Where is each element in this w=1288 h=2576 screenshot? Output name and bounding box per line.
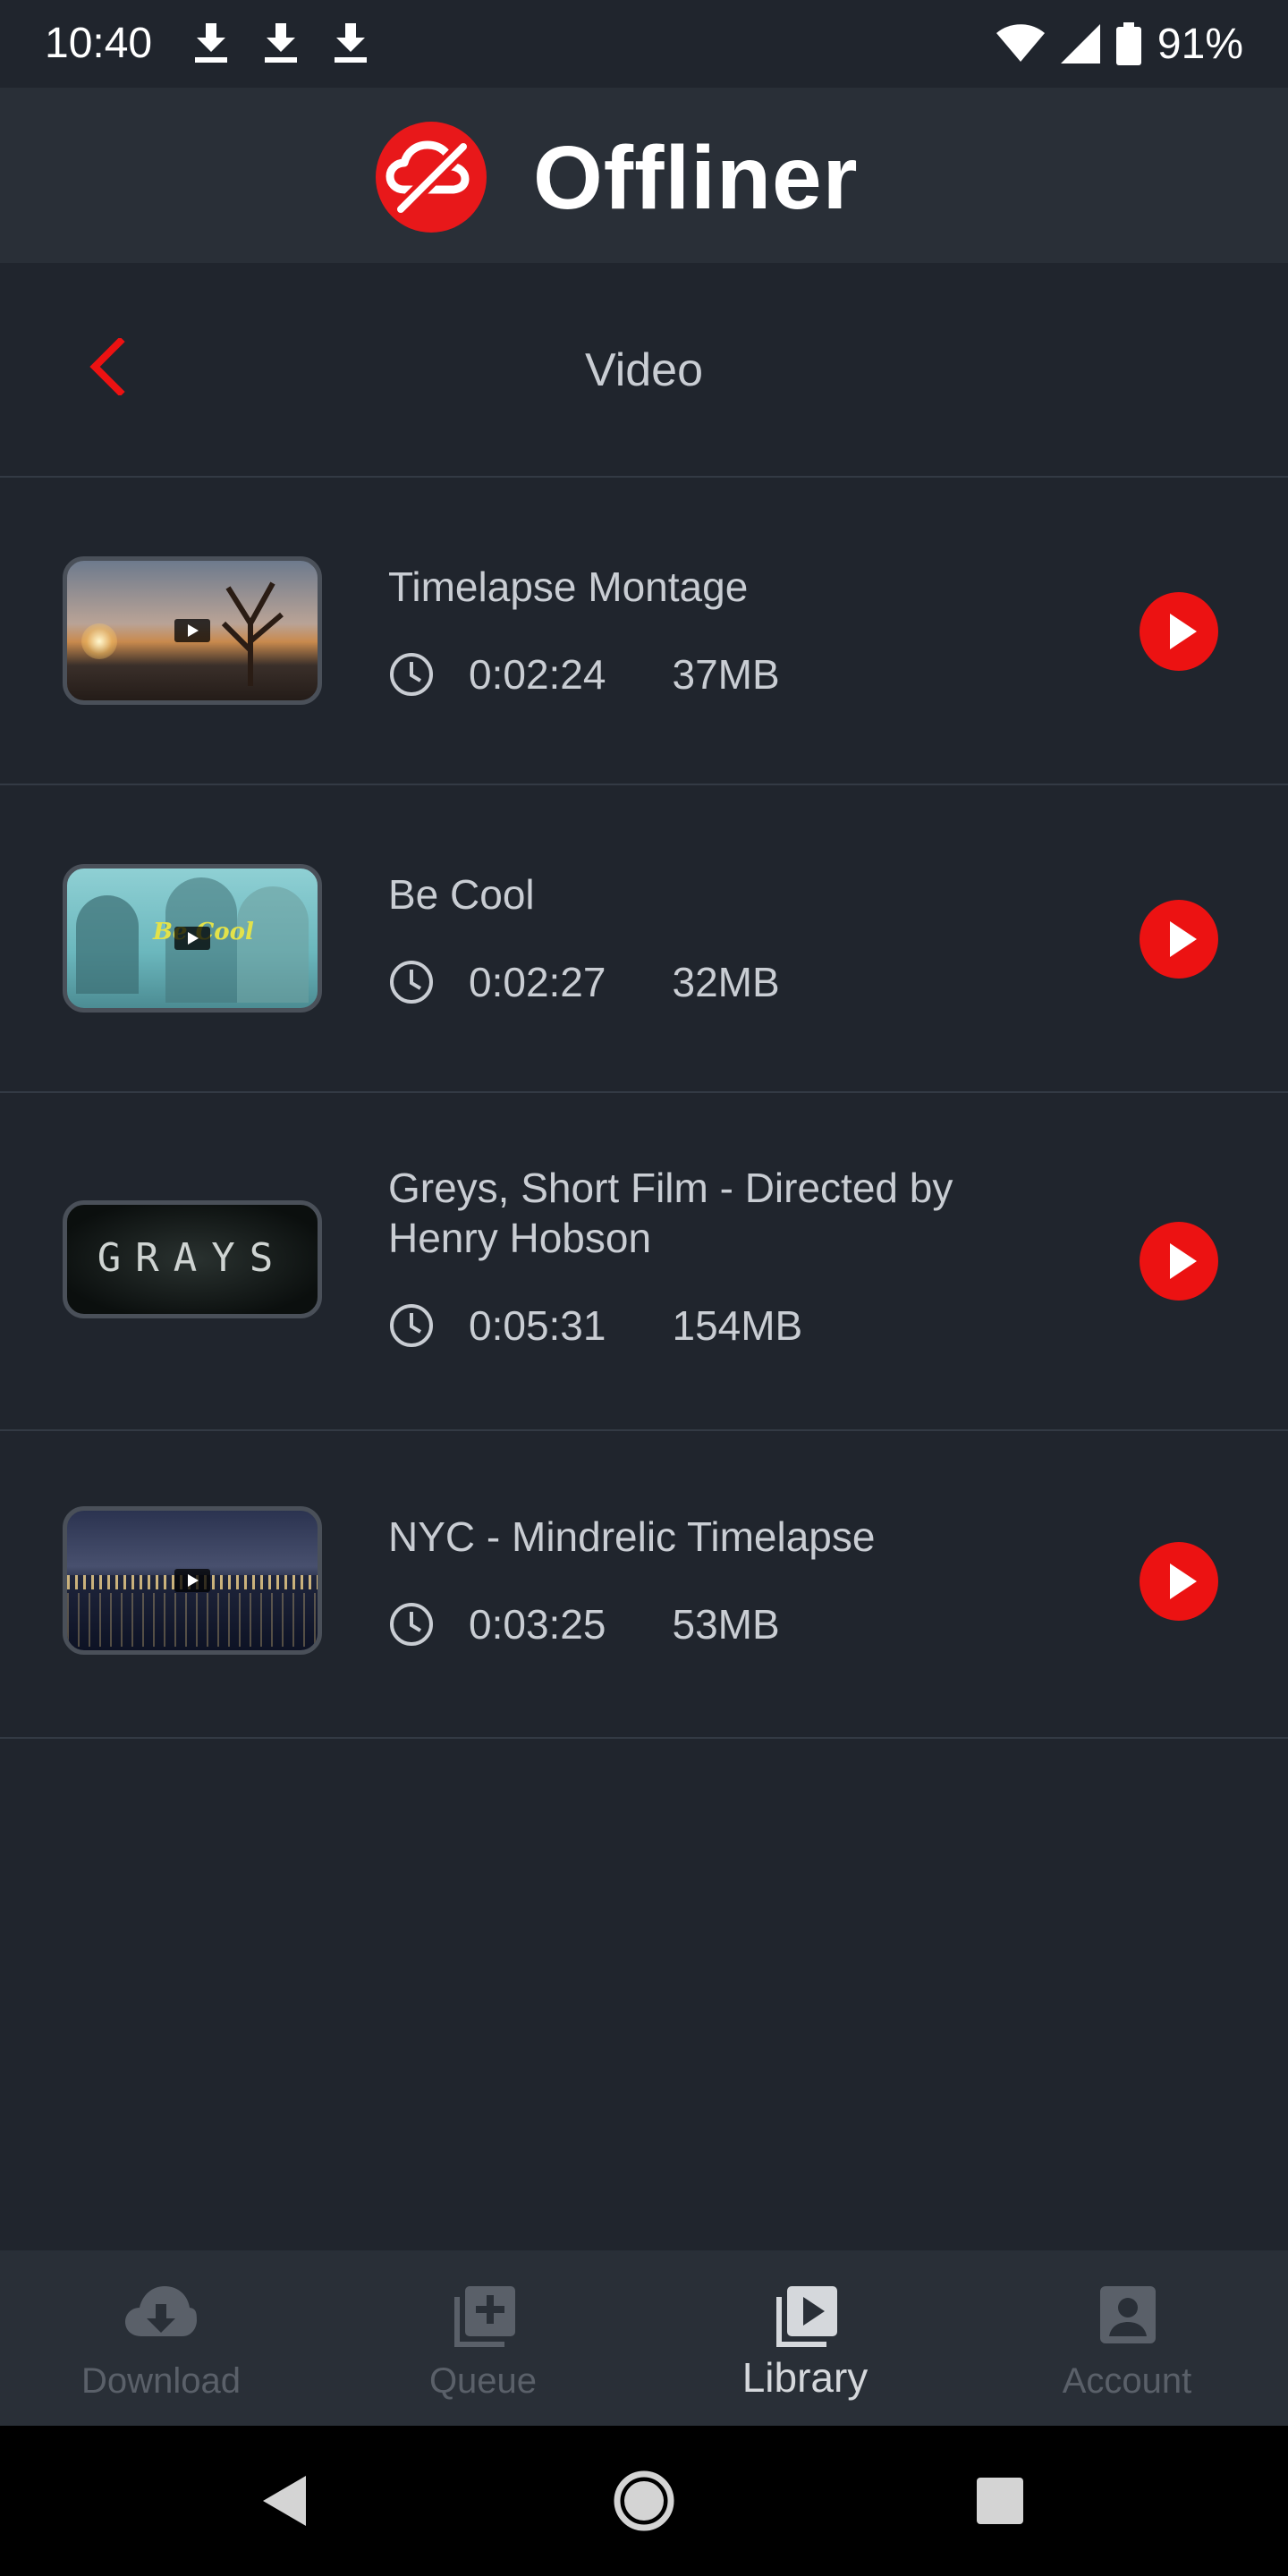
video-duration: 0:02:27	[469, 959, 606, 1005]
video-title: Be Cool	[388, 871, 535, 918]
video-title: NYC - Mindrelic Timelapse	[388, 1513, 876, 1560]
offliner-logo-icon	[376, 122, 487, 233]
download-icon	[195, 23, 227, 63]
system-nav-bar	[0, 2426, 1288, 2576]
video-size: 37MB	[672, 651, 780, 698]
video-size: 32MB	[672, 959, 780, 1005]
play-button[interactable]	[1140, 1542, 1218, 1621]
video-thumbnail[interactable]	[63, 556, 322, 705]
play-button[interactable]	[1140, 1222, 1218, 1301]
clock-icon	[390, 1603, 433, 1646]
video-meta: 0:02:24 37MB	[388, 649, 780, 699]
clock-icon	[390, 1304, 433, 1347]
video-thumbnail[interactable]: Be Cool	[63, 864, 322, 1013]
tree-graphic	[221, 581, 284, 686]
video-thumbnail[interactable]	[63, 1506, 322, 1655]
library-play-icon	[776, 2286, 837, 2347]
video-duration: 0:02:24	[469, 651, 606, 698]
nav-queue[interactable]: Queue	[322, 2250, 644, 2426]
nav-label: Library	[741, 2354, 869, 2401]
video-size: 154MB	[672, 1302, 803, 1349]
video-duration: 0:05:31	[469, 1302, 606, 1349]
battery-icon	[1115, 22, 1141, 65]
video-row[interactable]: Be Cool Be Cool 0:02:27 32MB	[0, 785, 1288, 1093]
status-bar: 10:40 91%	[0, 0, 1288, 88]
nav-label: Account	[1062, 2361, 1192, 2401]
account-icon	[1100, 2286, 1156, 2343]
status-time: 10:40	[45, 20, 153, 67]
wifi-icon	[996, 24, 1045, 62]
video-meta: 0:02:27 32MB	[388, 957, 780, 1007]
thumbnail-caption: GRAYS	[97, 1235, 288, 1281]
video-duration: 0:03:25	[469, 1601, 606, 1648]
clock-icon	[390, 653, 433, 696]
video-thumbnail[interactable]: GRAYS	[63, 1200, 322, 1318]
cloud-download-icon	[125, 2286, 197, 2336]
video-meta: 0:05:31 154MB	[388, 1301, 802, 1351]
nav-label: Queue	[428, 2361, 538, 2401]
recents-square-icon[interactable]	[962, 2463, 1038, 2538]
clock-icon	[390, 961, 433, 1004]
video-title: Greys, Short Film - Directed by Henry Ho…	[388, 1165, 953, 1261]
queue-add-icon	[454, 2286, 515, 2347]
nav-download[interactable]: Download	[0, 2250, 322, 2426]
signal-icon	[1060, 24, 1100, 64]
play-button[interactable]	[1140, 900, 1218, 979]
nav-account[interactable]: Account	[966, 2250, 1288, 2426]
video-row[interactable]: GRAYS Greys, Short Film - Directed by He…	[0, 1093, 1288, 1431]
page-title: Video	[584, 344, 704, 396]
back-triangle-icon[interactable]	[247, 2463, 322, 2538]
video-row[interactable]: NYC - Mindrelic Timelapse 0:03:25 53MB	[0, 1431, 1288, 1739]
video-meta: 0:03:25 53MB	[388, 1599, 780, 1649]
video-row[interactable]: Timelapse Montage 0:02:24 37MB	[0, 478, 1288, 785]
download-icon	[265, 23, 297, 63]
download-icon	[335, 23, 367, 63]
app-header: Offliner	[0, 88, 1288, 263]
play-button[interactable]	[1140, 592, 1218, 671]
page-title-bar: Video	[0, 263, 1288, 478]
brand-name: Offliner	[533, 128, 859, 228]
home-circle-icon[interactable]	[606, 2463, 682, 2538]
video-size: 53MB	[672, 1601, 780, 1648]
video-title: Timelapse Montage	[388, 564, 749, 610]
video-list: Timelapse Montage 0:02:24 37MB Be Cool B…	[0, 478, 1288, 1739]
battery-percent: 91%	[1157, 20, 1243, 68]
bottom-nav: Download Queue Library Account	[0, 2250, 1288, 2426]
nav-library[interactable]: Library	[644, 2250, 966, 2426]
nav-label: Download	[81, 2361, 241, 2401]
